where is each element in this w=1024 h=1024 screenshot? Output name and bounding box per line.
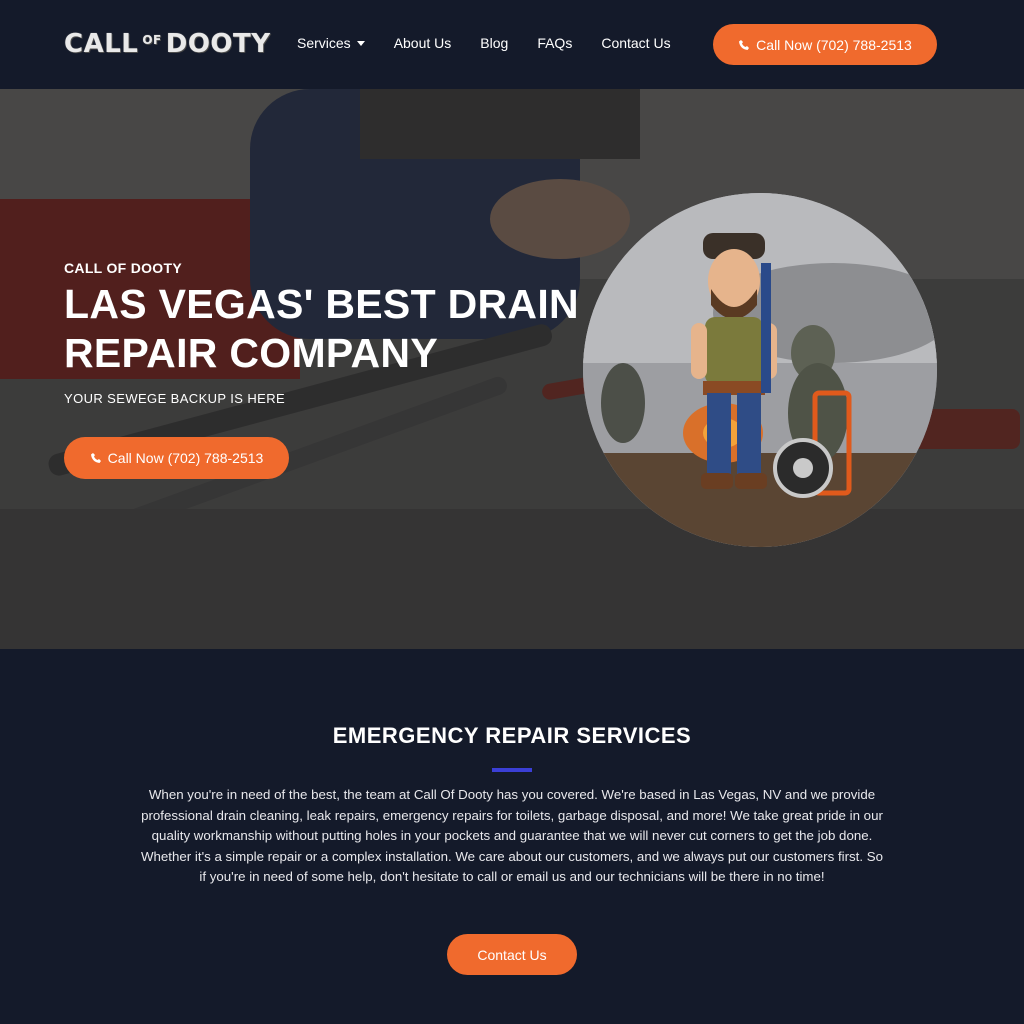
mascot-avatar-image <box>583 193 937 547</box>
nav-faqs[interactable]: FAQs <box>537 35 572 51</box>
header-call-label: Call Now (702) 788-2513 <box>756 36 912 53</box>
nav-about-label: About Us <box>393 35 452 51</box>
services-heading: EMERGENCY REPAIR SERVICES <box>332 723 692 748</box>
logo-word-dooty: DOOTY <box>165 29 271 59</box>
hero-call-now-button[interactable]: Call Now (702) 788-2513 <box>64 437 289 479</box>
heading-divider <box>492 768 532 772</box>
hero-call-label: Call Now (702) 788-2513 <box>107 450 264 466</box>
nav-contact-us[interactable]: Contact Us <box>601 35 670 51</box>
logo[interactable]: CALL OF DOOTY <box>64 29 271 61</box>
phone-icon <box>90 453 101 463</box>
services-description: When you're in need of the best, the tea… <box>140 787 884 885</box>
nav-about-us[interactable]: About Us <box>394 35 452 51</box>
header-call-now-button[interactable]: Call Now (702) 788-2513 <box>713 24 937 65</box>
nav-faqs-label: FAQs <box>537 35 573 51</box>
nav-blog-label: Blog <box>480 35 509 51</box>
contact-us-button[interactable]: Contact Us <box>447 934 577 975</box>
chevron-down-icon <box>356 40 365 46</box>
emergency-services-section: EMERGENCY REPAIR SERVICES When you're in… <box>0 649 1024 1024</box>
hero-eyebrow: CALL OF DOOTY <box>64 260 182 276</box>
hero-subtitle: YOUR SEWEGE BACKUP IS HERE <box>64 391 286 406</box>
hero-section: CALL OF DOOTY LAS VEGAS' BEST DRAIN REPA… <box>0 89 1024 649</box>
phone-icon <box>739 39 750 50</box>
logo-word-of: OF <box>142 33 162 47</box>
mascot-illustration <box>583 193 937 547</box>
main-nav: Services About Us Blog FAQs Contact Us <box>297 35 700 51</box>
nav-contact-label: Contact Us <box>601 35 671 51</box>
nav-services-label: Services <box>297 35 351 51</box>
logo-word-call: CALL <box>64 29 139 59</box>
nav-blog[interactable]: Blog <box>480 35 508 51</box>
site-header: CALL OF DOOTY Services About Us Blog FAQ… <box>0 0 1024 89</box>
nav-services[interactable]: Services <box>297 35 365 51</box>
hero-title: LAS VEGAS' BEST DRAIN REPAIR COMPANY <box>64 281 579 376</box>
contact-us-label: Contact Us <box>477 946 547 963</box>
